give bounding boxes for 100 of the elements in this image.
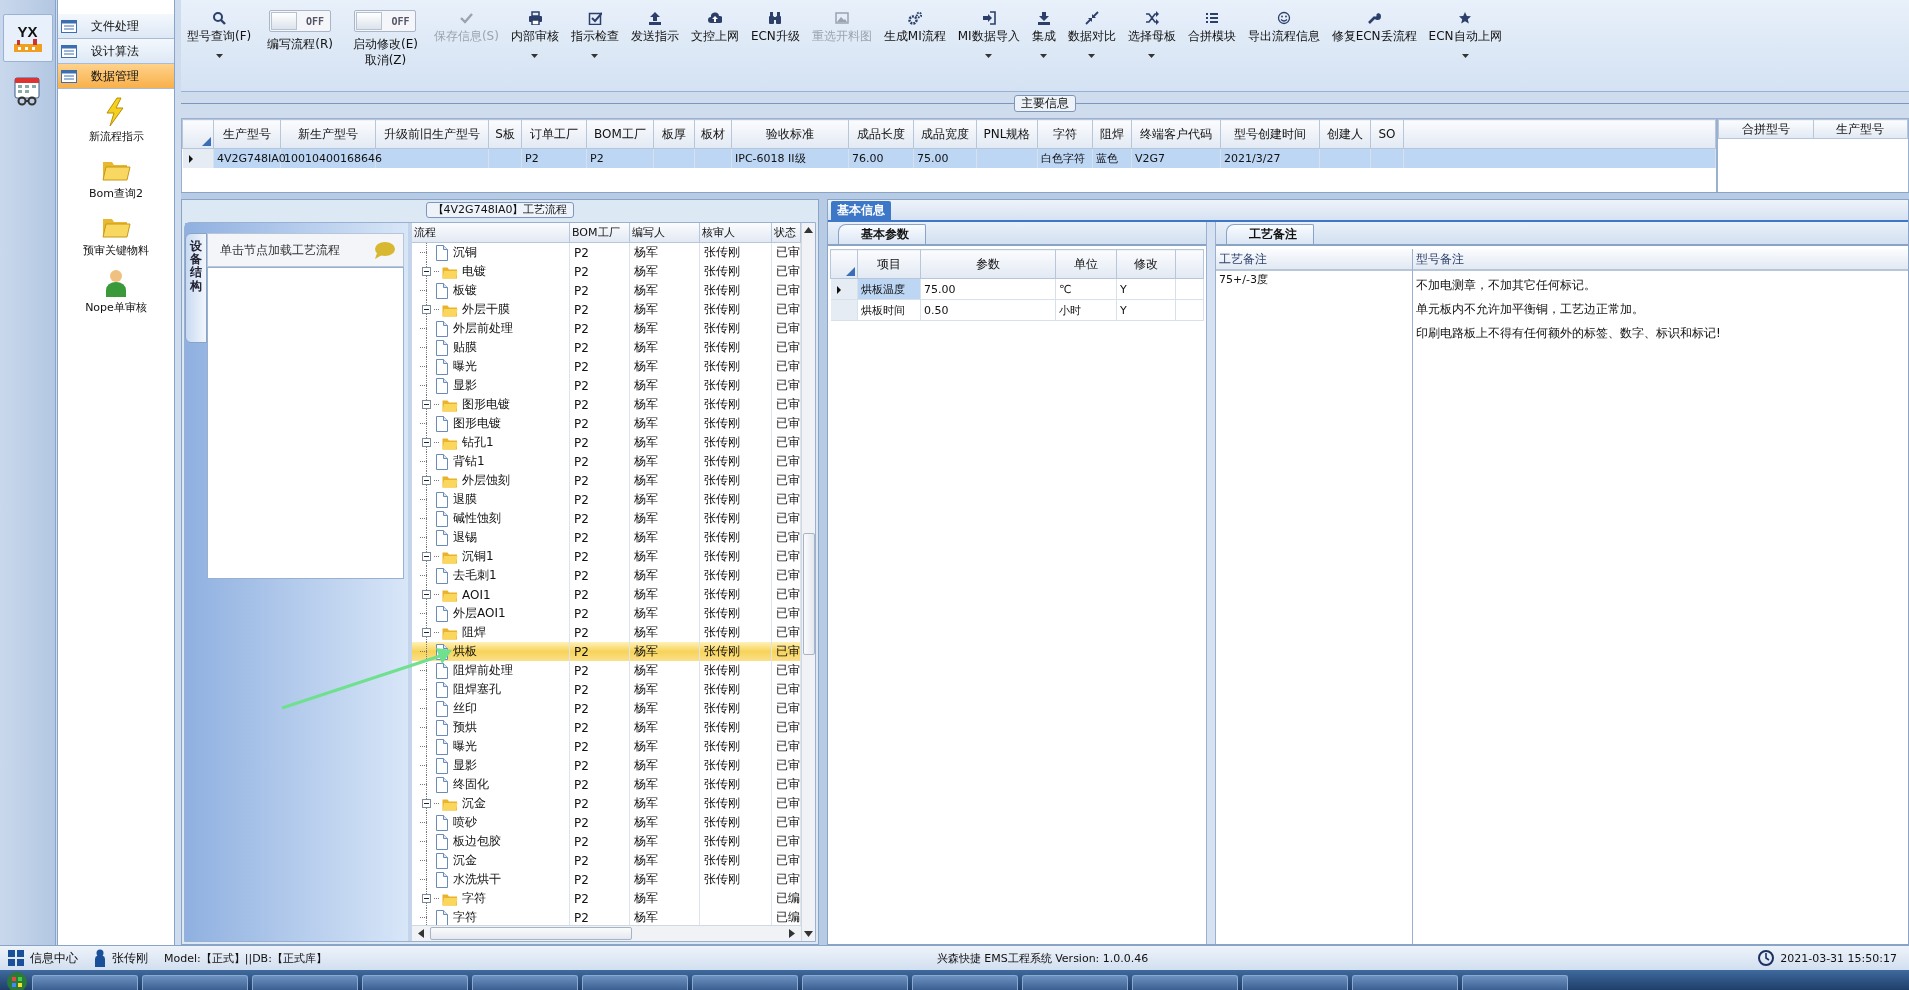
toolbar-button[interactable]: 型号查询(F) — [181, 8, 258, 68]
panel-tab[interactable]: 基本信息 — [831, 201, 891, 220]
taskbar-button[interactable] — [1022, 975, 1128, 990]
toolbar-button[interactable]: MI数据导入 — [951, 8, 1026, 68]
nav-item[interactable]: 数据管理 — [58, 64, 174, 89]
toolbar-button[interactable]: ECN升级 — [744, 8, 806, 68]
nav-item[interactable]: 设计算法 — [58, 39, 174, 64]
toolbar-button[interactable]: 合拼模块 — [1181, 8, 1242, 68]
column-header[interactable]: 核审人 — [700, 223, 772, 242]
tree-row[interactable]: 背钻1 P2 杨军 张传刚 已审 — [412, 452, 801, 471]
column-header[interactable]: 板材 — [694, 119, 732, 149]
dropdown-caret-icon[interactable] — [985, 54, 993, 58]
tree-row[interactable]: 水洗烘干 P2 杨军 张传刚 已审 — [412, 870, 801, 889]
tree-row[interactable]: 退膜 P2 杨军 张传刚 已审 — [412, 490, 801, 509]
taskbar-button[interactable] — [1352, 975, 1458, 990]
column-header[interactable]: 工艺备注 — [1216, 249, 1412, 271]
column-header[interactable]: 单位 — [1055, 249, 1117, 279]
expander-icon[interactable] — [422, 590, 431, 599]
column-header[interactable]: 验收标准 — [731, 119, 849, 149]
tree-row[interactable]: 曝光 P2 杨军 张传刚 已审 — [412, 357, 801, 376]
tree-row[interactable]: 显影 P2 杨军 张传刚 已审 — [412, 376, 801, 395]
scroll-right-icon[interactable] — [789, 929, 795, 938]
column-header[interactable]: 终端客户代码 — [1131, 119, 1221, 149]
taskbar-button[interactable] — [1242, 975, 1348, 990]
splitter-handle[interactable] — [1207, 222, 1216, 944]
column-header[interactable]: 修改 — [1116, 249, 1176, 279]
taskbar-button[interactable] — [252, 975, 358, 990]
toolbar-button[interactable]: 修复ECN丢流程 — [1325, 8, 1423, 68]
scroll-left-icon[interactable] — [418, 929, 424, 938]
expander-icon[interactable] — [422, 400, 431, 409]
tree-row[interactable]: 外层干膜 P2 杨军 张传刚 已审 — [412, 300, 801, 319]
column-header[interactable]: S板 — [488, 119, 522, 149]
column-header[interactable]: 新生产型号 — [280, 119, 376, 149]
column-header[interactable]: BOM工厂 — [570, 223, 630, 242]
tab[interactable]: 工艺备注 — [1226, 224, 1314, 244]
scroll-up-icon[interactable] — [804, 227, 813, 233]
shortcut[interactable]: Nope单审核 — [58, 260, 174, 317]
tree-row[interactable]: 退锡 P2 杨军 张传刚 已审 — [412, 528, 801, 547]
column-header[interactable]: 升级前旧生产型号 — [375, 119, 489, 149]
taskbar-button[interactable] — [1462, 975, 1568, 990]
tree-row[interactable]: 碱性蚀刻 P2 杨军 张传刚 已审 — [412, 509, 801, 528]
tree-row[interactable]: 板镀 P2 杨军 张传刚 已审 — [412, 281, 801, 300]
column-header[interactable]: 订单工厂 — [521, 119, 587, 149]
column-header[interactable]: 成品宽度 — [913, 119, 977, 149]
tree-row[interactable]: 沉铜1 P2 杨军 张传刚 已审 — [412, 547, 801, 566]
column-header[interactable]: 字符 — [1037, 119, 1093, 149]
scroll-thumb[interactable] — [802, 533, 815, 655]
column-header[interactable]: 型号备注 — [1413, 249, 1908, 271]
dropdown-caret-icon[interactable] — [1461, 54, 1469, 58]
scroll-thumb[interactable] — [430, 927, 632, 940]
tree-row[interactable]: 沉铜 P2 杨军 张传刚 已审 — [412, 243, 801, 262]
tree-row[interactable]: 沉金 P2 杨军 张传刚 已审 — [412, 794, 801, 813]
taskbar-button[interactable] — [692, 975, 798, 990]
table-row[interactable]: 4V2G748IA010010400168646 P2 P2 IPC-6018 II级 76.00 75.00 白色字符 蓝色 V2G7 2021/3/27 — [182, 148, 1716, 168]
tree-row[interactable]: 外层蚀刻 P2 杨军 张传刚 已审 — [412, 471, 801, 490]
splitter-handle[interactable] — [819, 199, 827, 945]
tree-row[interactable]: 钻孔1 P2 杨军 张传刚 已审 — [412, 433, 801, 452]
column-header[interactable]: BOM工厂 — [586, 119, 654, 149]
shortcut[interactable]: Bom查询2 — [58, 146, 174, 203]
column-header[interactable]: 参数 — [920, 249, 1056, 279]
tree-row[interactable]: 烘板 P2 杨军 张传刚 已审 — [412, 642, 801, 661]
side-tab[interactable]: 设备结构 — [185, 233, 207, 343]
nav-item[interactable]: 文件处理 — [58, 14, 174, 39]
tree-row[interactable]: 电镀 P2 杨军 张传刚 已审 — [412, 262, 801, 281]
table-row[interactable]: 烘板温度 75.00 ℃ Y — [830, 278, 1204, 300]
dropdown-caret-icon[interactable] — [215, 54, 223, 58]
column-header[interactable]: 流程 — [412, 223, 570, 242]
toolbar-button[interactable]: 导出流程信息 — [1241, 8, 1326, 68]
tree-row[interactable]: 贴膜 P2 杨军 张传刚 已审 — [412, 338, 801, 357]
toolbar-button[interactable]: 发送指示 — [624, 8, 685, 68]
toolbar-button[interactable]: 指示检查 — [564, 8, 625, 68]
column-header[interactable]: PNL规格 — [976, 119, 1038, 149]
tree-row[interactable]: 图形电镀 P2 杨军 张传刚 已审 — [412, 414, 801, 433]
scroll-down-icon[interactable] — [804, 931, 813, 937]
tree-row[interactable]: 板边包胶 P2 杨军 张传刚 已审 — [412, 832, 801, 851]
tree-row[interactable]: 外层AOI1 P2 杨军 张传刚 已审 — [412, 604, 801, 623]
expander-icon[interactable] — [422, 628, 431, 637]
horizontal-scrollbar[interactable] — [412, 925, 801, 941]
tree-row[interactable]: 显影 P2 杨军 张传刚 已审 — [412, 756, 801, 775]
toolbar-button[interactable]: 数据对比 — [1061, 8, 1122, 68]
start-button-icon[interactable] — [6, 970, 28, 990]
column-header[interactable]: 项目 — [857, 249, 921, 279]
toolbar-button[interactable]: 选择母板 — [1121, 8, 1182, 68]
taskbar-button[interactable] — [912, 975, 1018, 990]
taskbar-button[interactable] — [362, 975, 468, 990]
dropdown-caret-icon[interactable] — [1148, 54, 1156, 58]
toggle-switch[interactable]: OFF — [269, 10, 332, 32]
column-header[interactable]: 阻焊 — [1092, 119, 1132, 149]
toggle-switch[interactable]: OFF — [354, 10, 417, 32]
taskbar-button[interactable] — [1132, 975, 1238, 990]
splitter-handle[interactable] — [181, 192, 1909, 199]
column-header[interactable]: 板厚 — [653, 119, 695, 149]
toolbar-button[interactable]: 生成MI流程 — [877, 8, 952, 68]
app-tile[interactable]: YX — [2, 14, 53, 62]
expander-icon[interactable] — [422, 438, 431, 447]
column-header[interactable]: 创建人 — [1319, 119, 1371, 149]
toolbar-button[interactable]: 内部审核 — [504, 8, 565, 68]
tree-row[interactable]: 阻焊前处理 P2 杨军 张传刚 已审 — [412, 661, 801, 680]
dropdown-caret-icon[interactable] — [591, 54, 599, 58]
tree-row[interactable]: 外层前处理 P2 杨军 张传刚 已审 — [412, 319, 801, 338]
